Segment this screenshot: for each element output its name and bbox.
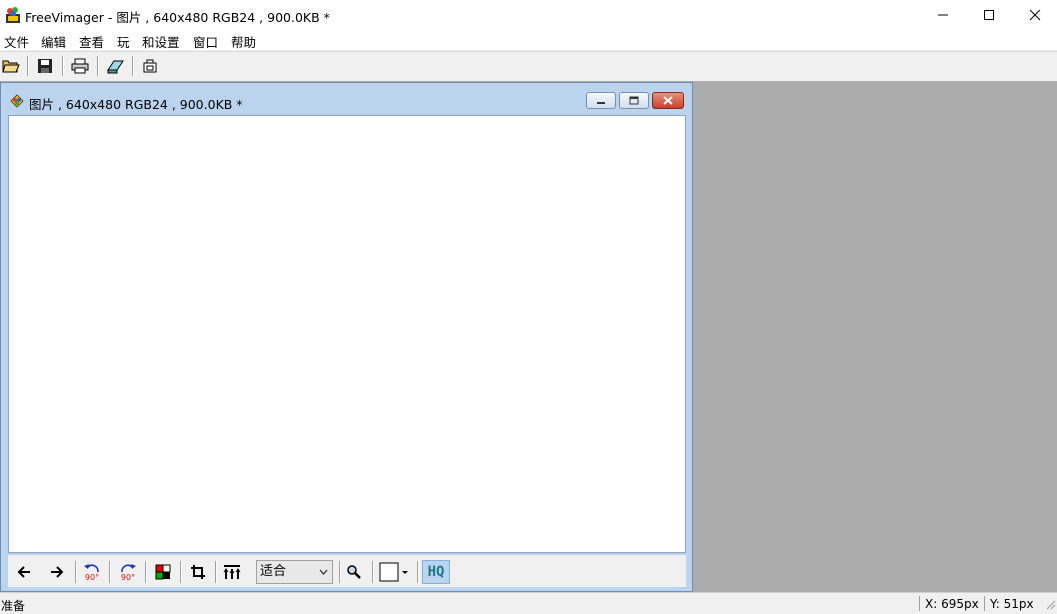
image-document-icon xyxy=(10,94,24,108)
cursor-x-readout: X: 695px xyxy=(925,597,979,611)
rotate-cw-icon xyxy=(121,563,136,572)
crop-button[interactable] xyxy=(186,560,210,584)
toolbar-separator xyxy=(62,56,64,76)
scan-button[interactable] xyxy=(104,55,126,77)
image-toolbar: 90° 90° 适合 HQ xyxy=(8,555,686,587)
save-button[interactable] xyxy=(34,55,56,77)
toolbar-separator xyxy=(180,561,182,583)
toolbar-separator xyxy=(145,561,147,583)
zoom-tool-button[interactable] xyxy=(342,560,366,584)
chevron-down-icon xyxy=(319,569,328,575)
menu-view[interactable]: 查看 xyxy=(79,32,104,51)
main-toolbar xyxy=(0,51,1057,82)
levels-button[interactable] xyxy=(220,560,244,584)
status-separator xyxy=(984,596,985,611)
rotate-ccw-label: 90° xyxy=(84,572,100,582)
sliders-icon xyxy=(223,565,241,579)
menu-bar: 文件 编辑 查看 玩 和设置 窗口 帮助 xyxy=(0,30,1057,50)
previous-image-button[interactable] xyxy=(12,560,36,584)
color-adjust-button[interactable] xyxy=(151,560,175,584)
maximize-icon xyxy=(984,10,994,20)
menu-file[interactable]: 文件 xyxy=(4,32,29,51)
magnifier-icon xyxy=(347,565,361,579)
restore-icon xyxy=(629,96,639,105)
status-separator xyxy=(919,596,920,611)
menu-window[interactable]: 窗口 xyxy=(193,32,218,51)
maximize-button[interactable] xyxy=(966,0,1012,30)
toolbar-separator xyxy=(372,561,374,583)
hq-label: HQ xyxy=(427,564,445,580)
toolbar-separator xyxy=(417,561,419,583)
color-palette-icon xyxy=(155,564,171,580)
screenshot-icon xyxy=(143,59,157,73)
child-restore-button[interactable] xyxy=(619,92,649,109)
toolbar-separator xyxy=(109,561,111,583)
rotate-cw-label: 90° xyxy=(120,572,136,582)
crop-icon xyxy=(191,565,205,579)
close-icon xyxy=(663,96,673,105)
minimize-icon xyxy=(597,101,605,104)
rotate-ccw-icon xyxy=(84,563,99,572)
open-button[interactable] xyxy=(0,55,22,77)
menu-help[interactable]: 帮助 xyxy=(231,32,256,51)
close-icon xyxy=(1029,9,1041,21)
menu-play[interactable]: 玩 xyxy=(117,32,130,51)
menu-settings[interactable]: 和设置 xyxy=(142,32,180,51)
print-button[interactable] xyxy=(69,55,91,77)
title-bar: FreeVimager - 图片 , 640x480 RGB24 , 900.0… xyxy=(0,0,1057,30)
window-title: FreeVimager - 图片 , 640x480 RGB24 , 900.0… xyxy=(25,10,330,25)
close-button[interactable] xyxy=(1012,0,1057,30)
background-color-button[interactable] xyxy=(378,560,414,584)
zoom-dropdown[interactable]: 适合 xyxy=(256,560,333,584)
print-icon xyxy=(71,58,89,74)
next-image-button[interactable] xyxy=(45,560,69,584)
minimize-icon xyxy=(938,14,948,16)
freevimager-app-icon[interactable] xyxy=(4,6,22,24)
minimize-button[interactable] xyxy=(920,0,966,30)
background-color-swatch-icon xyxy=(379,562,408,582)
toolbar-separator xyxy=(215,561,217,583)
child-minimize-button[interactable] xyxy=(586,92,616,109)
resize-grip-icon[interactable] xyxy=(1044,598,1056,610)
child-close-button[interactable] xyxy=(652,92,684,109)
rotate-ccw-button[interactable]: 90° xyxy=(80,560,104,584)
toolbar-separator xyxy=(75,561,77,583)
cursor-y-readout: Y: 51px xyxy=(990,597,1034,611)
zoom-value: 适合 xyxy=(260,564,287,579)
image-child-window: 图片 , 640x480 RGB24 , 900.0KB * 90° 90° 适… xyxy=(0,82,693,592)
toolbar-separator xyxy=(97,56,99,76)
scan-icon xyxy=(107,60,124,74)
toolbar-separator xyxy=(27,56,29,76)
toolbar-separator xyxy=(339,561,341,583)
high-quality-toggle[interactable]: HQ xyxy=(422,560,450,584)
rotate-cw-button[interactable]: 90° xyxy=(116,560,140,584)
toolbar-separator xyxy=(132,56,134,76)
open-folder-icon xyxy=(2,60,20,73)
menu-edit[interactable]: 编辑 xyxy=(41,32,66,51)
status-message: 准备 xyxy=(1,599,26,613)
child-window-title: 图片 , 640x480 RGB24 , 900.0KB * xyxy=(29,97,243,112)
save-icon xyxy=(38,59,52,73)
arrow-right-icon xyxy=(51,566,64,578)
image-canvas[interactable] xyxy=(8,115,686,553)
status-bar: 准备 X: 695px Y: 51px xyxy=(0,592,1057,613)
arrow-left-icon xyxy=(17,566,30,578)
screenshot-button[interactable] xyxy=(139,55,161,77)
